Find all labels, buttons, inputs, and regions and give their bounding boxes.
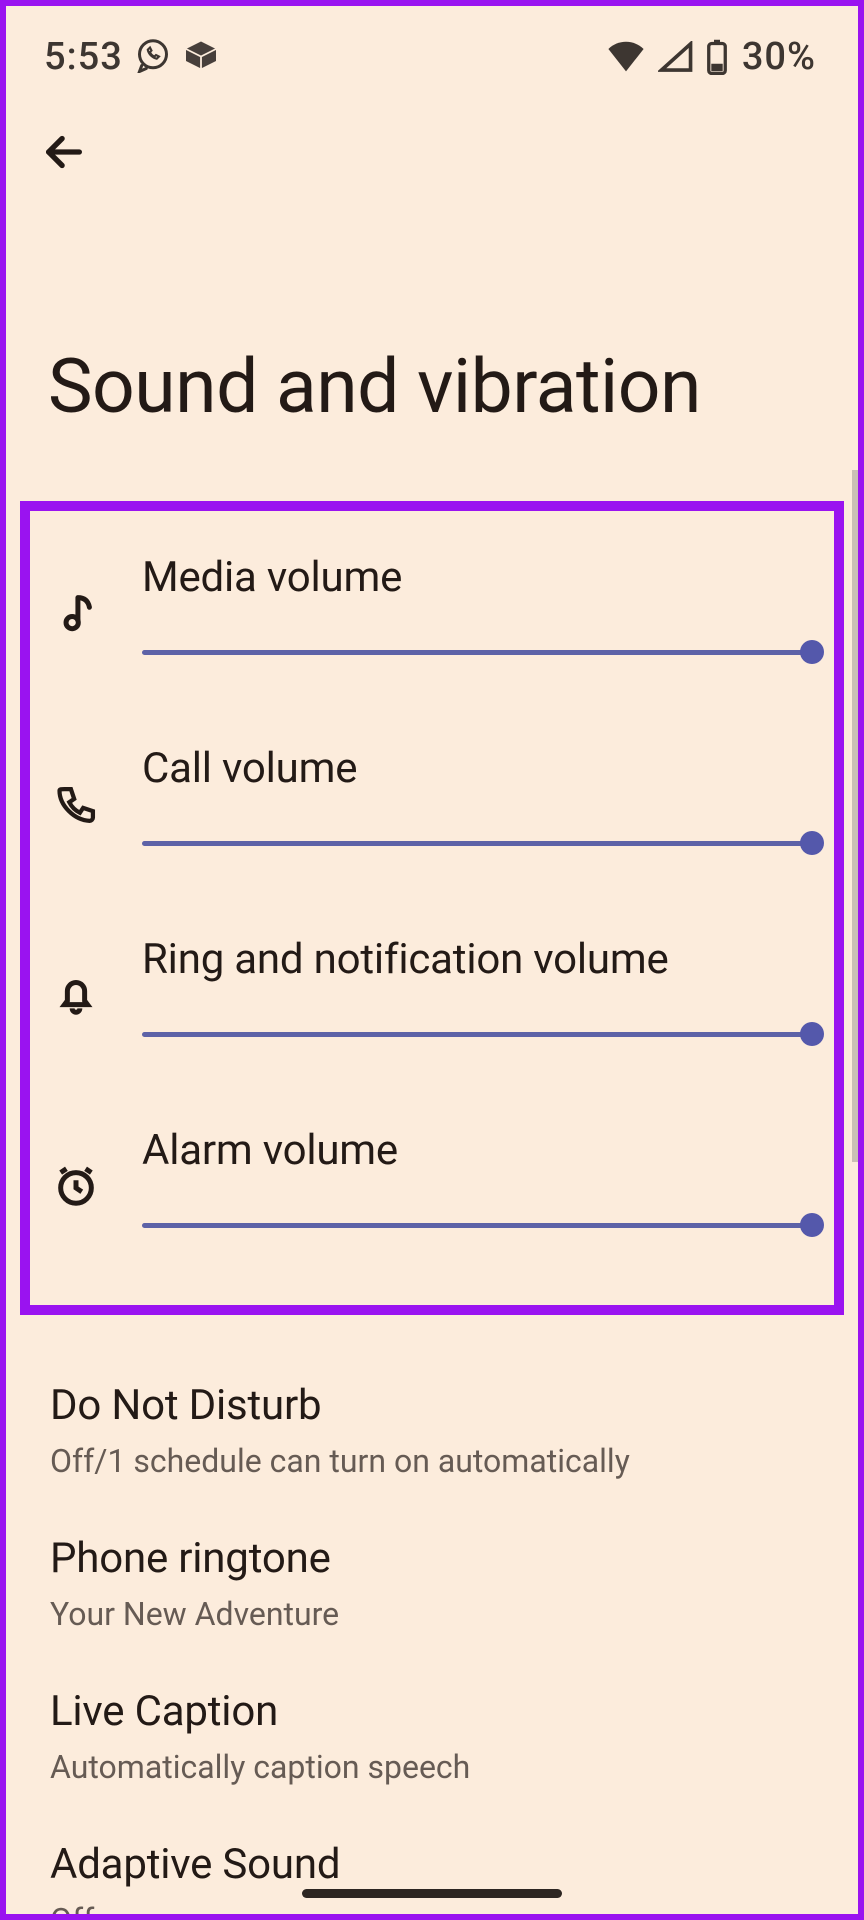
alarm-volume-row: Alarm volume: [52, 1106, 812, 1265]
volume-controls-highlight: Media volume Call volume Ring: [20, 501, 844, 1315]
page-title: Sound and vibration: [6, 176, 858, 427]
wifi-icon: [606, 41, 646, 73]
ring-volume-slider[interactable]: [142, 1022, 812, 1046]
item-sub: Off/1 schedule can turn on automatically: [50, 1442, 814, 1480]
item-title: Live Caption: [50, 1687, 814, 1736]
sound-and-vibration-screen: 5:53: [0, 0, 864, 1920]
bell-icon: [52, 971, 100, 1019]
alarm-clock-icon: [52, 1162, 100, 1210]
alarm-volume-label: Alarm volume: [142, 1126, 812, 1175]
ring-volume-label: Ring and notification volume: [142, 935, 812, 984]
battery-text: 30%: [742, 35, 816, 79]
call-volume-row: Call volume: [52, 724, 812, 883]
media-volume-row: Media volume: [52, 533, 812, 692]
item-title: Phone ringtone: [50, 1534, 814, 1583]
media-volume-slider[interactable]: [142, 640, 812, 664]
call-volume-slider[interactable]: [142, 831, 812, 855]
phone-icon: [52, 780, 100, 828]
status-left: 5:53: [44, 35, 219, 79]
whatsapp-icon: [135, 37, 171, 77]
item-sub: Your New Adventure: [50, 1595, 814, 1633]
item-title: Adaptive Sound: [50, 1840, 814, 1889]
scroll-indicator: [852, 470, 858, 1162]
cell-signal-icon: [658, 41, 694, 73]
status-right: 30%: [606, 35, 816, 79]
back-button[interactable]: [40, 128, 88, 176]
status-time: 5:53: [44, 35, 123, 79]
settings-list: Do Not Disturb Off/1 schedule can turn o…: [6, 1315, 858, 1920]
live-caption-item[interactable]: Live Caption Automatically caption speec…: [50, 1661, 814, 1814]
media-volume-label: Media volume: [142, 553, 812, 602]
alarm-volume-slider[interactable]: [142, 1213, 812, 1237]
package-icon: [183, 40, 219, 74]
status-bar: 5:53: [6, 6, 858, 90]
call-volume-label: Call volume: [142, 744, 812, 793]
adaptive-sound-item[interactable]: Adaptive Sound Off: [50, 1814, 814, 1920]
battery-icon: [706, 39, 728, 75]
music-note-icon: [52, 589, 100, 637]
item-sub: Off: [50, 1901, 814, 1920]
item-title: Do Not Disturb: [50, 1381, 814, 1430]
item-sub: Automatically caption speech: [50, 1748, 814, 1786]
do-not-disturb-item[interactable]: Do Not Disturb Off/1 schedule can turn o…: [50, 1355, 814, 1508]
navigation-handle[interactable]: [302, 1889, 562, 1898]
ring-volume-row: Ring and notification volume: [52, 915, 812, 1074]
phone-ringtone-item[interactable]: Phone ringtone Your New Adventure: [50, 1508, 814, 1661]
